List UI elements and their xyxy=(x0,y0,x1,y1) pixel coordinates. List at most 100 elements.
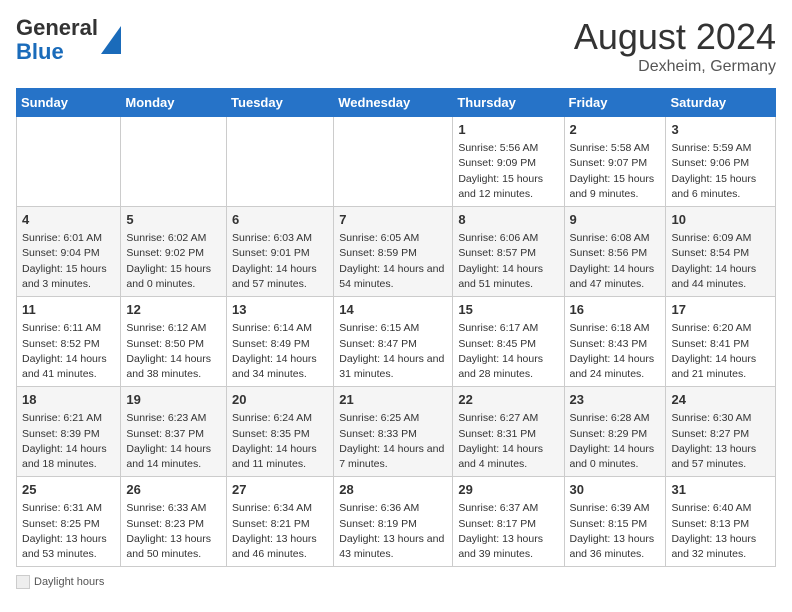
day-number: 29 xyxy=(458,481,558,499)
day-number: 15 xyxy=(458,301,558,319)
week-row-4: 18 Sunrise: 6:21 AMSunset: 8:39 PMDayligh… xyxy=(17,387,776,477)
day-info: Sunrise: 6:23 AMSunset: 8:37 PMDaylight:… xyxy=(126,411,221,472)
week-row-5: 25 Sunrise: 6:31 AMSunset: 8:25 PMDayligh… xyxy=(17,477,776,567)
logo-line2: Blue xyxy=(16,40,98,64)
day-number: 25 xyxy=(22,481,115,499)
day-number: 12 xyxy=(126,301,221,319)
day-cell-empty-0-0 xyxy=(17,117,121,207)
day-number: 7 xyxy=(339,211,447,229)
location: Dexheim, Germany xyxy=(574,58,776,76)
week-row-1: 1 Sunrise: 5:56 AMSunset: 9:09 PMDaylight… xyxy=(17,117,776,207)
day-cell-empty-0-2 xyxy=(227,117,334,207)
column-header-friday: Friday xyxy=(564,89,666,117)
day-cell-14: 14Sunrise: 6:15 AMSunset: 8:47 PMDayligh… xyxy=(334,297,453,387)
day-info: Sunrise: 6:36 AMSunset: 8:19 PMDaylight:… xyxy=(339,501,447,562)
day-cell-22: 22Sunrise: 6:27 AMSunset: 8:31 PMDayligh… xyxy=(453,387,564,477)
day-cell-8: 8Sunrise: 6:06 AMSunset: 8:57 PMDaylight… xyxy=(453,207,564,297)
day-number: 20 xyxy=(232,391,328,409)
day-number: 10 xyxy=(671,211,770,229)
day-cell-17: 17 Sunrise: 6:20 AMSunset: 8:41 PMDayligh… xyxy=(666,297,776,387)
legend-daylight-label: Daylight hours xyxy=(34,576,104,588)
day-info: Sunrise: 6:03 AMSunset: 9:01 PMDaylight:… xyxy=(232,231,328,292)
day-cell-25: 25 Sunrise: 6:31 AMSunset: 8:25 PMDayligh… xyxy=(17,477,121,567)
day-cell-5: 5 Sunrise: 6:02 AMSunset: 9:02 PMDaylight… xyxy=(121,207,227,297)
day-info: Sunrise: 6:24 AMSunset: 8:35 PMDaylight:… xyxy=(232,411,328,472)
day-cell-21: 21 Sunrise: 6:25 AMSunset: 8:33 PMDayligh… xyxy=(334,387,453,477)
day-info: Sunrise: 6:09 AMSunset: 8:54 PMDaylight:… xyxy=(671,231,770,292)
day-number: 1 xyxy=(458,121,558,139)
day-number: 2 xyxy=(570,121,661,139)
column-header-saturday: Saturday xyxy=(666,89,776,117)
day-cell-6: 6 Sunrise: 6:03 AMSunset: 9:01 PMDaylight… xyxy=(227,207,334,297)
day-number: 5 xyxy=(126,211,221,229)
day-cell-3: 3Sunrise: 5:59 AMSunset: 9:06 PMDaylight… xyxy=(666,117,776,207)
day-info: Sunrise: 6:25 AMSunset: 8:33 PMDaylight:… xyxy=(339,411,447,472)
page-header: General Blue August 2024 Dexheim, German… xyxy=(16,16,776,76)
day-info: Sunrise: 5:58 AMSunset: 9:07 PMDaylight:… xyxy=(570,141,661,202)
day-cell-empty-0-3 xyxy=(334,117,453,207)
day-cell-31: 31 Sunrise: 6:40 AMSunset: 8:13 PMDayligh… xyxy=(666,477,776,567)
day-info: Sunrise: 6:12 AMSunset: 8:50 PMDaylight:… xyxy=(126,321,221,382)
week-row-3: 11 Sunrise: 6:11 AMSunset: 8:52 PMDayligh… xyxy=(17,297,776,387)
day-number: 18 xyxy=(22,391,115,409)
day-info: Sunrise: 6:28 AMSunset: 8:29 PMDaylight:… xyxy=(570,411,661,472)
day-info: Sunrise: 6:06 AMSunset: 8:57 PMDaylight:… xyxy=(458,231,558,292)
day-cell-12: 12 Sunrise: 6:12 AMSunset: 8:50 PMDayligh… xyxy=(121,297,227,387)
day-cell-9: 9Sunrise: 6:08 AMSunset: 8:56 PMDaylight… xyxy=(564,207,666,297)
day-number: 19 xyxy=(126,391,221,409)
day-cell-15: 15 Sunrise: 6:17 AMSunset: 8:45 PMDayligh… xyxy=(453,297,564,387)
day-cell-13: 13Sunrise: 6:14 AMSunset: 8:49 PMDayligh… xyxy=(227,297,334,387)
day-cell-18: 18 Sunrise: 6:21 AMSunset: 8:39 PMDayligh… xyxy=(17,387,121,477)
day-cell-16: 16Sunrise: 6:18 AMSunset: 8:43 PMDayligh… xyxy=(564,297,666,387)
day-cell-24: 24Sunrise: 6:30 AMSunset: 8:27 PMDayligh… xyxy=(666,387,776,477)
day-info: Sunrise: 6:21 AMSunset: 8:39 PMDaylight:… xyxy=(22,411,115,472)
day-info: Sunrise: 6:27 AMSunset: 8:31 PMDaylight:… xyxy=(458,411,558,472)
day-info: Sunrise: 6:01 AMSunset: 9:04 PMDaylight:… xyxy=(22,231,115,292)
logo-icon xyxy=(101,26,121,54)
day-number: 4 xyxy=(22,211,115,229)
day-number: 3 xyxy=(671,121,770,139)
day-info: Sunrise: 6:14 AMSunset: 8:49 PMDaylight:… xyxy=(232,321,328,382)
day-info: Sunrise: 6:05 AMSunset: 8:59 PMDaylight:… xyxy=(339,231,447,292)
day-cell-empty-0-1 xyxy=(121,117,227,207)
day-cell-28: 28Sunrise: 6:36 AMSunset: 8:19 PMDayligh… xyxy=(334,477,453,567)
day-cell-7: 7 Sunrise: 6:05 AMSunset: 8:59 PMDaylight… xyxy=(334,207,453,297)
day-number: 21 xyxy=(339,391,447,409)
day-info: Sunrise: 5:56 AMSunset: 9:09 PMDaylight:… xyxy=(458,141,558,202)
day-info: Sunrise: 6:39 AMSunset: 8:15 PMDaylight:… xyxy=(570,501,661,562)
week-row-2: 4 Sunrise: 6:01 AMSunset: 9:04 PMDaylight… xyxy=(17,207,776,297)
column-header-monday: Monday xyxy=(121,89,227,117)
day-info: Sunrise: 6:37 AMSunset: 8:17 PMDaylight:… xyxy=(458,501,558,562)
day-cell-30: 30Sunrise: 6:39 AMSunset: 8:15 PMDayligh… xyxy=(564,477,666,567)
day-cell-10: 10 Sunrise: 6:09 AMSunset: 8:54 PMDayligh… xyxy=(666,207,776,297)
column-header-sunday: Sunday xyxy=(17,89,121,117)
column-header-wednesday: Wednesday xyxy=(334,89,453,117)
day-number: 31 xyxy=(671,481,770,499)
day-number: 6 xyxy=(232,211,328,229)
day-number: 24 xyxy=(671,391,770,409)
day-info: Sunrise: 6:20 AMSunset: 8:41 PMDaylight:… xyxy=(671,321,770,382)
day-cell-1: 1 Sunrise: 5:56 AMSunset: 9:09 PMDaylight… xyxy=(453,117,564,207)
day-info: Sunrise: 6:34 AMSunset: 8:21 PMDaylight:… xyxy=(232,501,328,562)
day-number: 26 xyxy=(126,481,221,499)
day-cell-4: 4 Sunrise: 6:01 AMSunset: 9:04 PMDaylight… xyxy=(17,207,121,297)
day-number: 27 xyxy=(232,481,328,499)
day-info: Sunrise: 6:40 AMSunset: 8:13 PMDaylight:… xyxy=(671,501,770,562)
day-info: Sunrise: 6:02 AMSunset: 9:02 PMDaylight:… xyxy=(126,231,221,292)
day-info: Sunrise: 6:08 AMSunset: 8:56 PMDaylight:… xyxy=(570,231,661,292)
day-cell-29: 29 Sunrise: 6:37 AMSunset: 8:17 PMDayligh… xyxy=(453,477,564,567)
calendar-table: SundayMondayTuesdayWednesdayThursdayFrid… xyxy=(16,88,776,567)
day-cell-23: 23 Sunrise: 6:28 AMSunset: 8:29 PMDayligh… xyxy=(564,387,666,477)
logo-general: General xyxy=(16,15,98,40)
day-info: Sunrise: 6:17 AMSunset: 8:45 PMDaylight:… xyxy=(458,321,558,382)
header-row: SundayMondayTuesdayWednesdayThursdayFrid… xyxy=(17,89,776,117)
day-info: Sunrise: 6:11 AMSunset: 8:52 PMDaylight:… xyxy=(22,321,115,382)
day-number: 17 xyxy=(671,301,770,319)
day-info: Sunrise: 6:33 AMSunset: 8:23 PMDaylight:… xyxy=(126,501,221,562)
day-cell-27: 27 Sunrise: 6:34 AMSunset: 8:21 PMDayligh… xyxy=(227,477,334,567)
column-header-thursday: Thursday xyxy=(453,89,564,117)
day-number: 23 xyxy=(570,391,661,409)
day-number: 11 xyxy=(22,301,115,319)
day-cell-2: 2 Sunrise: 5:58 AMSunset: 9:07 PMDaylight… xyxy=(564,117,666,207)
day-info: Sunrise: 6:31 AMSunset: 8:25 PMDaylight:… xyxy=(22,501,115,562)
